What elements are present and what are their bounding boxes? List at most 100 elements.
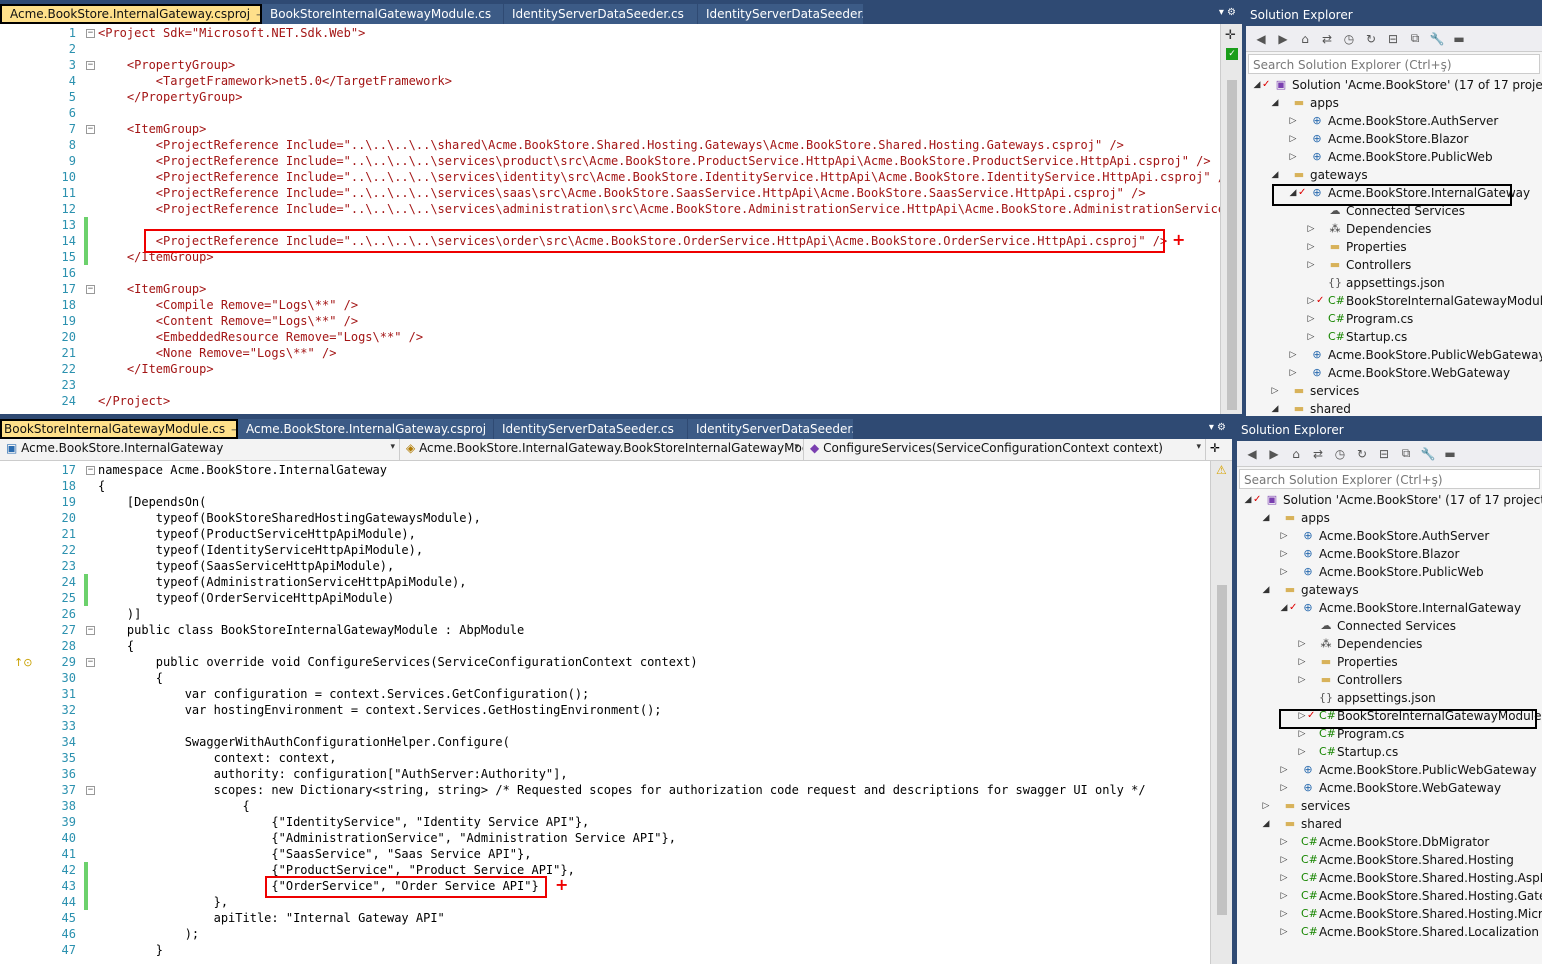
code-line[interactable]: 27 − public class BookStoreInternalGatewa… xyxy=(0,622,1210,638)
tab-module-cs[interactable]: BookStoreInternalGatewayModule.cs⊸✕ xyxy=(0,419,238,439)
expanded-icon[interactable]: ◢ xyxy=(1261,815,1271,833)
code-line[interactable]: 26 )] xyxy=(0,606,1210,622)
tree-item[interactable]: ▷ C#Acme.BookStore.Shared.Hosting.AspNetC… xyxy=(1237,869,1542,887)
switch-views-icon[interactable]: ⇄ xyxy=(1309,447,1327,461)
tree-item[interactable]: ▷ ⊕ Acme.BookStore.Blazor xyxy=(1237,545,1542,563)
code-line[interactable]: 44 }, xyxy=(0,894,1210,910)
forward-icon[interactable]: ▶ xyxy=(1274,32,1292,46)
top-code-area[interactable]: 1− <Project Sdk="Microsoft.NET.Sdk.Web"> 2… xyxy=(0,25,1242,409)
code-line[interactable]: 46 ); xyxy=(0,926,1210,942)
forward-icon[interactable]: ▶ xyxy=(1265,447,1283,461)
collapse-all-icon[interactable]: ⊟ xyxy=(1375,447,1393,461)
code-line[interactable]: 37 − scopes: new Dictionary<string, strin… xyxy=(0,782,1210,798)
tree-item[interactable]: ▷ ⁂ Dependencies xyxy=(1237,635,1542,653)
tree-item[interactable]: ▷ ▬ Properties xyxy=(1237,653,1542,671)
show-all-icon[interactable]: ⧉ xyxy=(1397,446,1415,461)
tree-item[interactable]: ▷ C# Startup.cs xyxy=(1237,743,1542,761)
code-line[interactable]: 42 {"ProductService", "Product Service A… xyxy=(0,862,1210,878)
tab-list-dropdown-icon[interactable]: ▾ ⚙ xyxy=(1219,7,1236,18)
expand-icon[interactable]: ▷ xyxy=(1306,220,1316,238)
code-line[interactable]: 33 xyxy=(0,718,1210,734)
collapse-icon[interactable]: − xyxy=(86,125,95,134)
expand-icon[interactable]: ▷ xyxy=(1279,905,1289,923)
tab-list-dropdown-icon[interactable]: ▾ ⚙ xyxy=(1209,422,1226,433)
expand-icon[interactable]: ▷ xyxy=(1279,833,1289,851)
minus-icon[interactable]: ▬ xyxy=(1450,32,1468,46)
code-line[interactable]: 35 context: context, xyxy=(0,750,1210,766)
history-icon[interactable]: ◷ xyxy=(1331,447,1349,461)
search-input[interactable]: Search Solution Explorer (Ctrl+ş) xyxy=(1239,469,1540,489)
code-line[interactable]: 41 {"SaasService", "Saas Service API"}, xyxy=(0,846,1210,862)
bottom-vertical-scrollbar[interactable]: ⚠ xyxy=(1210,461,1232,964)
tree-item[interactable]: ◢ ▬ apps xyxy=(1246,94,1542,112)
tree-item[interactable]: ▷ ⊕ Acme.BookStore.WebGateway xyxy=(1246,364,1542,382)
collapse-icon[interactable]: − xyxy=(86,786,95,795)
expand-icon[interactable]: ▷ xyxy=(1297,635,1307,653)
code-line[interactable]: 38 { xyxy=(0,798,1210,814)
expand-icon[interactable]: ▷ xyxy=(1288,346,1298,364)
expand-icon[interactable]: ▷ xyxy=(1288,130,1298,148)
tree-item[interactable]: {} appsettings.json xyxy=(1237,689,1542,707)
tab-seeder-2[interactable]: IdentityServerDataSeeder.cs xyxy=(688,419,854,439)
expand-icon[interactable]: ▷ xyxy=(1279,527,1289,545)
code-line[interactable]: 4 <TargetFramework>net5.0</TargetFramewo… xyxy=(0,73,1220,89)
expanded-icon[interactable]: ◢ xyxy=(1243,491,1253,509)
tree-item[interactable]: ◢ ▬ gateways xyxy=(1246,166,1542,184)
code-line[interactable]: 5 </PropertyGroup> xyxy=(0,89,1220,105)
tree-item[interactable]: ▷ ⊕ Acme.BookStore.AuthServer xyxy=(1237,527,1542,545)
history-icon[interactable]: ◷ xyxy=(1340,32,1358,46)
code-line[interactable]: 34 SwaggerWithAuthConfigurationHelper.Co… xyxy=(0,734,1210,750)
tree-item[interactable]: {} appsettings.json xyxy=(1246,274,1542,292)
collapse-icon[interactable]: − xyxy=(86,285,95,294)
split-icon[interactable]: ✛ xyxy=(1206,439,1224,460)
expand-icon[interactable]: ▷ xyxy=(1279,887,1289,905)
expand-icon[interactable]: ▷ xyxy=(1270,382,1280,400)
expand-icon[interactable]: ▷ xyxy=(1261,797,1271,815)
tab-seeder-2[interactable]: IdentityServerDataSeeder.cs xyxy=(698,4,864,24)
expand-icon[interactable]: ▷ xyxy=(1279,761,1289,779)
tab-csproj[interactable]: Acme.BookStore.InternalGateway.csproj⊸✕ xyxy=(0,4,262,24)
bottom-code-area[interactable]: 17− namespace Acme.BookStore.InternalGate… xyxy=(0,462,1210,958)
tree-item[interactable]: ▷ ▬ services xyxy=(1237,797,1542,815)
expand-icon[interactable]: ▷ xyxy=(1297,653,1307,671)
tree-item[interactable]: ▷ ▬ Controllers xyxy=(1237,671,1542,689)
tree-item[interactable]: ▷ ⊕ Acme.BookStore.AuthServer xyxy=(1246,112,1542,130)
expanded-icon[interactable]: ◢ xyxy=(1270,166,1280,184)
code-line[interactable]: 10 <ProjectReference Include="..\..\..\.… xyxy=(0,169,1233,185)
tree-item[interactable]: ▷ ▬ services xyxy=(1246,382,1542,400)
scroll-thumb[interactable] xyxy=(1217,585,1227,915)
code-line[interactable]: 36 authority: configuration["AuthServer:… xyxy=(0,766,1210,782)
expand-icon[interactable]: ▷ xyxy=(1306,292,1316,310)
code-line[interactable]: 45 apiTitle: "Internal Gateway API" xyxy=(0,910,1210,926)
code-line[interactable]: 16 xyxy=(0,265,1220,281)
type-dropdown[interactable]: ◈ Acme.BookStore.InternalGateway.BookSto… xyxy=(400,439,804,460)
collapse-icon[interactable]: − xyxy=(86,61,95,70)
code-line[interactable]: 23 xyxy=(0,377,1220,393)
code-line[interactable]: 24 typeof(AdministrationServiceHttpApiMo… xyxy=(0,574,1210,590)
code-line[interactable]: 3 − <PropertyGroup> xyxy=(0,57,1220,73)
tree-item[interactable]: ▷ C# Acme.BookStore.Shared.Localization xyxy=(1237,923,1542,941)
code-line[interactable]: 25 typeof(OrderServiceHttpApiModule) xyxy=(0,590,1210,606)
tree-item[interactable]: ▷ ⊕ Acme.BookStore.Blazor xyxy=(1246,130,1542,148)
tree-item[interactable]: ☁ Connected Services xyxy=(1237,617,1542,635)
tree-item[interactable]: ▷ ⊕ Acme.BookStore.PublicWeb xyxy=(1246,148,1542,166)
tree-item[interactable]: ▷ C# Acme.BookStore.DbMigrator xyxy=(1237,833,1542,851)
show-all-icon[interactable]: ⧉ xyxy=(1406,31,1424,46)
expand-icon[interactable]: ▷ xyxy=(1279,545,1289,563)
code-line[interactable]: 19 [DependsOn( xyxy=(0,494,1210,510)
tree-item[interactable]: ▷ ⊕ Acme.BookStore.PublicWebGateway xyxy=(1237,761,1542,779)
code-line[interactable]: 23 typeof(SaasServiceHttpApiModule), xyxy=(0,558,1210,574)
breakpoint-override-icon[interactable]: ↑⊙ xyxy=(14,656,32,669)
tree-item[interactable]: ▷ ⊕ Acme.BookStore.PublicWebGateway xyxy=(1246,346,1542,364)
tree-item[interactable]: ◢ ✓ ▣ Solution 'Acme.BookStore' (17 of 17 p… xyxy=(1237,491,1542,509)
tab-csproj[interactable]: Acme.BookStore.InternalGateway.csproj xyxy=(238,419,494,439)
expanded-icon[interactable]: ◢ xyxy=(1270,94,1280,112)
code-line[interactable]: 9 <ProjectReference Include="..\..\..\..… xyxy=(0,153,1220,169)
code-line[interactable]: 40 {"AdministrationService", "Administra… xyxy=(0,830,1210,846)
member-dropdown[interactable]: ◆ ConfigureServices(ServiceConfiguration… xyxy=(804,439,1206,460)
solution-tree[interactable]: ◢ ✓ ▣ Solution 'Acme.BookStore' (17 of 17 p… xyxy=(1246,76,1542,416)
tree-item[interactable]: ◢ ▬ shared xyxy=(1246,400,1542,416)
code-line[interactable]: 29 − public override void ConfigureServic… xyxy=(0,654,1210,670)
code-line[interactable]: 28 { xyxy=(0,638,1210,654)
expand-icon[interactable]: ▷ xyxy=(1288,364,1298,382)
